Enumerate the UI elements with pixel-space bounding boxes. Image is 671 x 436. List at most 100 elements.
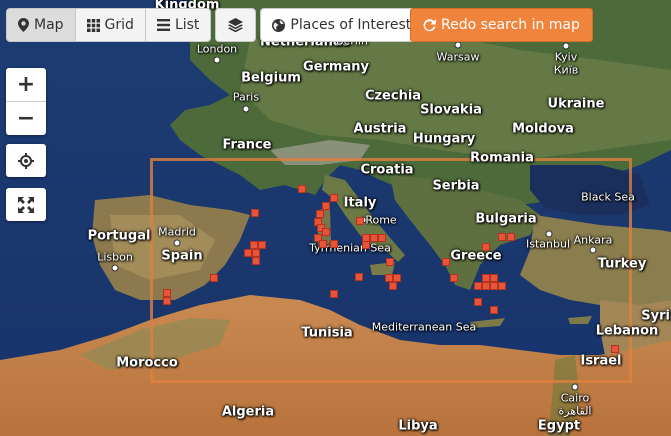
redo-search-button[interactable]: Redo search in map bbox=[410, 8, 593, 42]
zoom-in-button[interactable]: + bbox=[6, 68, 46, 101]
city-dot bbox=[173, 239, 181, 247]
zoom-control: + − bbox=[6, 68, 46, 135]
listing-marker[interactable] bbox=[244, 249, 252, 257]
listing-marker[interactable] bbox=[442, 258, 450, 266]
sea-label: Black Sea bbox=[581, 190, 635, 204]
country-label: Syria bbox=[641, 308, 671, 324]
listing-marker[interactable] bbox=[252, 257, 260, 265]
city-label: Rome bbox=[365, 213, 397, 227]
city-dot bbox=[213, 56, 221, 64]
listing-marker[interactable] bbox=[322, 202, 330, 210]
fullscreen-button[interactable] bbox=[6, 188, 46, 221]
listing-marker[interactable] bbox=[393, 274, 401, 282]
crosshair-icon bbox=[18, 152, 34, 169]
listing-marker[interactable] bbox=[385, 274, 393, 282]
country-label: Germany bbox=[303, 59, 369, 75]
listing-marker[interactable] bbox=[386, 258, 394, 266]
listing-marker[interactable] bbox=[210, 274, 218, 282]
country-label: Greece bbox=[450, 248, 502, 264]
top-toolbar: Map Grid List Places of Interest bbox=[6, 8, 424, 42]
city-label: القاهرة bbox=[558, 404, 592, 418]
listing-marker[interactable] bbox=[252, 249, 260, 257]
zoom-out-button[interactable]: − bbox=[6, 101, 46, 135]
grid-icon bbox=[86, 18, 100, 32]
listing-marker[interactable] bbox=[507, 233, 515, 241]
grid-view-button[interactable]: Grid bbox=[75, 8, 146, 42]
country-label: Tunisia bbox=[301, 325, 353, 341]
places-of-interest-button[interactable]: Places of Interest bbox=[260, 8, 424, 42]
country-label: Libya bbox=[398, 418, 438, 434]
globe-icon bbox=[272, 18, 286, 32]
listing-marker[interactable] bbox=[250, 241, 258, 249]
layers-button[interactable] bbox=[215, 8, 257, 42]
country-label: Bulgaria bbox=[475, 211, 537, 227]
grid-view-label: Grid bbox=[104, 17, 134, 33]
places-of-interest-label: Places of Interest bbox=[290, 17, 412, 33]
locate-button[interactable] bbox=[6, 144, 46, 177]
list-icon bbox=[156, 19, 170, 31]
listing-marker[interactable] bbox=[355, 273, 363, 281]
city-label: Kyiv bbox=[554, 50, 578, 64]
listing-marker[interactable] bbox=[490, 306, 498, 314]
city-dot bbox=[111, 264, 119, 272]
listing-marker[interactable] bbox=[298, 185, 306, 193]
country-label: Czechia bbox=[364, 88, 422, 104]
city-label: Ankara bbox=[573, 233, 613, 247]
listing-marker[interactable] bbox=[490, 274, 498, 282]
listing-marker[interactable] bbox=[362, 241, 370, 249]
country-label: Algeria bbox=[221, 404, 275, 420]
listing-marker[interactable] bbox=[163, 297, 171, 305]
city-label: Київ bbox=[553, 63, 579, 77]
country-label: Belgium bbox=[241, 70, 301, 86]
country-label: Israel bbox=[580, 353, 622, 369]
listing-marker[interactable] bbox=[163, 289, 171, 297]
city-label: Paris bbox=[232, 90, 260, 104]
listing-marker[interactable] bbox=[370, 234, 378, 242]
listing-marker[interactable] bbox=[322, 228, 330, 236]
country-label: Moldova bbox=[512, 121, 574, 137]
satellite-map[interactable]: Kingdom Netherlands Belgium Germany Czec… bbox=[0, 0, 671, 436]
city-dot bbox=[562, 42, 570, 50]
listing-marker[interactable] bbox=[498, 282, 506, 290]
listing-marker[interactable] bbox=[490, 282, 498, 290]
listing-marker[interactable] bbox=[378, 234, 386, 242]
listing-marker[interactable] bbox=[251, 209, 259, 217]
city-dot bbox=[571, 383, 579, 391]
listing-marker[interactable] bbox=[389, 282, 397, 290]
city-label: Madrid bbox=[158, 225, 196, 239]
country-label: Portugal bbox=[87, 228, 151, 244]
country-label: Romania bbox=[470, 150, 534, 166]
listing-marker[interactable] bbox=[450, 274, 458, 282]
listing-marker[interactable] bbox=[482, 243, 490, 251]
listing-marker[interactable] bbox=[482, 282, 490, 290]
map-view-button[interactable]: Map bbox=[6, 8, 76, 42]
city-label: Warsaw bbox=[436, 50, 480, 64]
listing-marker[interactable] bbox=[482, 274, 490, 282]
locate-control bbox=[6, 144, 46, 177]
city-label: Cairo bbox=[560, 391, 590, 405]
country-label: Croatia bbox=[360, 162, 414, 178]
listing-marker[interactable] bbox=[498, 233, 506, 241]
view-switcher: Map Grid List bbox=[6, 8, 212, 42]
listing-marker[interactable] bbox=[319, 240, 327, 248]
city-label: Lisbon bbox=[97, 250, 133, 264]
country-label: Hungary bbox=[412, 131, 476, 147]
country-label: Slovakia bbox=[420, 102, 482, 118]
list-view-button[interactable]: List bbox=[145, 8, 212, 42]
refresh-icon bbox=[423, 18, 436, 32]
country-label: Egypt bbox=[537, 418, 581, 434]
fullscreen-control bbox=[6, 188, 46, 221]
search-area-box bbox=[150, 158, 632, 383]
listing-marker[interactable] bbox=[330, 194, 338, 202]
listing-marker[interactable] bbox=[474, 282, 482, 290]
listing-marker[interactable] bbox=[316, 210, 324, 218]
listing-marker[interactable] bbox=[474, 298, 482, 306]
listing-marker[interactable] bbox=[330, 290, 338, 298]
listing-marker[interactable] bbox=[330, 240, 338, 248]
listing-marker[interactable] bbox=[356, 217, 364, 225]
listing-marker[interactable] bbox=[258, 241, 266, 249]
listing-marker[interactable] bbox=[611, 345, 619, 353]
city-dot bbox=[242, 105, 250, 113]
map-view-label: Map bbox=[34, 17, 64, 33]
country-label: Italy bbox=[343, 195, 377, 211]
